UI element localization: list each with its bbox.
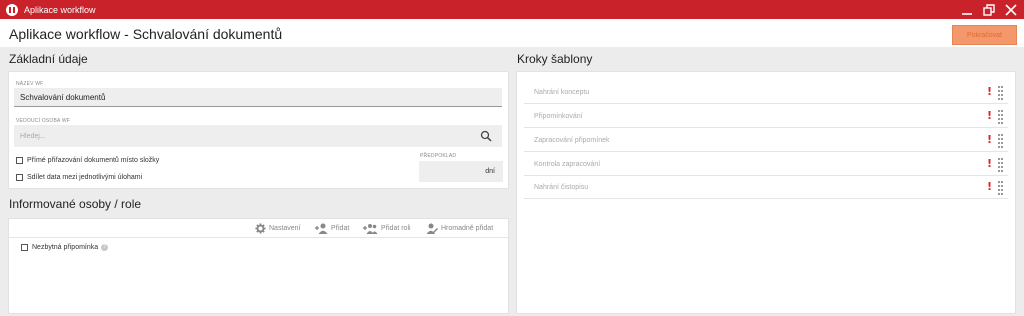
drag-handle-icon[interactable] — [998, 181, 1003, 195]
window-controls — [960, 0, 1018, 19]
toolbar-divider — [9, 237, 508, 238]
window-titlebar: Aplikace workflow — [0, 0, 1024, 19]
settings-label: Nastavení — [269, 225, 301, 232]
bulk-add-label: Hromadně přidat — [441, 225, 494, 232]
share-data-option[interactable]: Sdílet data mezi jednotlivými úlohami — [16, 174, 142, 181]
share-data-checkbox[interactable] — [16, 174, 23, 181]
warning-icon: ! — [987, 85, 993, 98]
add-user-icon — [315, 223, 328, 234]
drag-handle-icon[interactable] — [998, 86, 1003, 100]
assumption-input[interactable]: dní — [419, 161, 503, 182]
search-icon[interactable] — [480, 130, 492, 142]
drag-handle-icon[interactable] — [998, 158, 1003, 172]
restore-icon[interactable] — [982, 3, 996, 17]
wf-lead-search-input[interactable]: Hledej... — [14, 125, 502, 147]
continue-button[interactable]: Pokračovat — [952, 25, 1017, 45]
page-title: Aplikace workflow - Schvalování dokument… — [9, 26, 283, 42]
window-title: Aplikace workflow — [24, 4, 96, 15]
step-item[interactable]: Připomínkování ! — [524, 105, 1008, 128]
wf-lead-placeholder: Hledej... — [20, 132, 46, 140]
assumption-unit: dní — [485, 168, 495, 175]
warning-icon: ! — [987, 180, 993, 193]
step-item[interactable]: Nahrání čistopisu ! — [524, 176, 1008, 199]
drag-handle-icon[interactable] — [998, 110, 1003, 124]
wf-name-label: Název WF — [16, 81, 44, 87]
gear-icon — [255, 223, 266, 234]
step-label: Připomínkování — [534, 112, 583, 120]
step-label: Zapracování připomínek — [534, 136, 610, 144]
direct-assign-checkbox[interactable] — [16, 157, 23, 164]
step-item[interactable]: Nahrání konceptu ! — [524, 81, 1008, 104]
direct-assign-label: Přímé přiřazování dokumentů místo složky — [27, 157, 160, 164]
reminder-option[interactable]: Nezbytná připomínka ? — [21, 244, 109, 251]
settings-button[interactable]: Nastavení — [255, 223, 301, 234]
add-person-button[interactable]: Přidat — [315, 223, 349, 234]
basic-info-title: Základní údaje — [9, 52, 88, 66]
page-header: Aplikace workflow - Schvalování dokument… — [0, 19, 1024, 47]
warning-icon: ! — [987, 157, 993, 170]
close-icon[interactable] — [1004, 3, 1018, 17]
step-label: Kontrola zapracování — [534, 160, 601, 168]
bulk-add-user-icon — [426, 223, 438, 234]
step-label: Nahrání čistopisu — [534, 183, 589, 191]
reminder-label: Nezbytná připomínka — [32, 244, 99, 251]
reminder-checkbox[interactable] — [21, 244, 28, 251]
share-data-label: Sdílet data mezi jednotlivými úlohami — [27, 174, 143, 181]
add-group-icon — [363, 224, 378, 234]
informed-title: Informované osoby / role — [9, 197, 142, 211]
warning-icon: ! — [987, 109, 993, 122]
help-icon[interactable]: ? — [101, 244, 109, 251]
bulk-add-button[interactable]: Hromadně přidat — [426, 223, 493, 234]
assumption-label: Předpoklad — [420, 153, 457, 159]
warning-icon: ! — [987, 133, 993, 146]
add-role-button[interactable]: Přidat roli — [363, 223, 411, 234]
wf-lead-label: Vedoucí osoba WF — [16, 118, 71, 124]
steps-title: Kroky šablony — [517, 52, 593, 66]
wf-name-field[interactable]: Schvalování dokumentů — [14, 88, 502, 107]
add-person-label: Přidat — [331, 225, 350, 232]
drag-handle-icon[interactable] — [998, 134, 1003, 148]
app-logo-icon — [6, 3, 18, 16]
step-item[interactable]: Zapracování připomínek ! — [524, 129, 1008, 152]
step-item[interactable]: Kontrola zapracování ! — [524, 153, 1008, 176]
informed-panel: Nastavení Přidat Přidat roli Hromadně př… — [8, 218, 509, 314]
minimize-icon[interactable] — [960, 3, 974, 17]
basic-info-panel: Název WF Schvalování dokumentů Vedoucí o… — [8, 71, 509, 189]
add-role-label: Přidat roli — [381, 225, 411, 232]
step-label: Nahrání konceptu — [534, 88, 590, 96]
direct-assign-option[interactable]: Přímé přiřazování dokumentů místo složky — [16, 157, 159, 164]
